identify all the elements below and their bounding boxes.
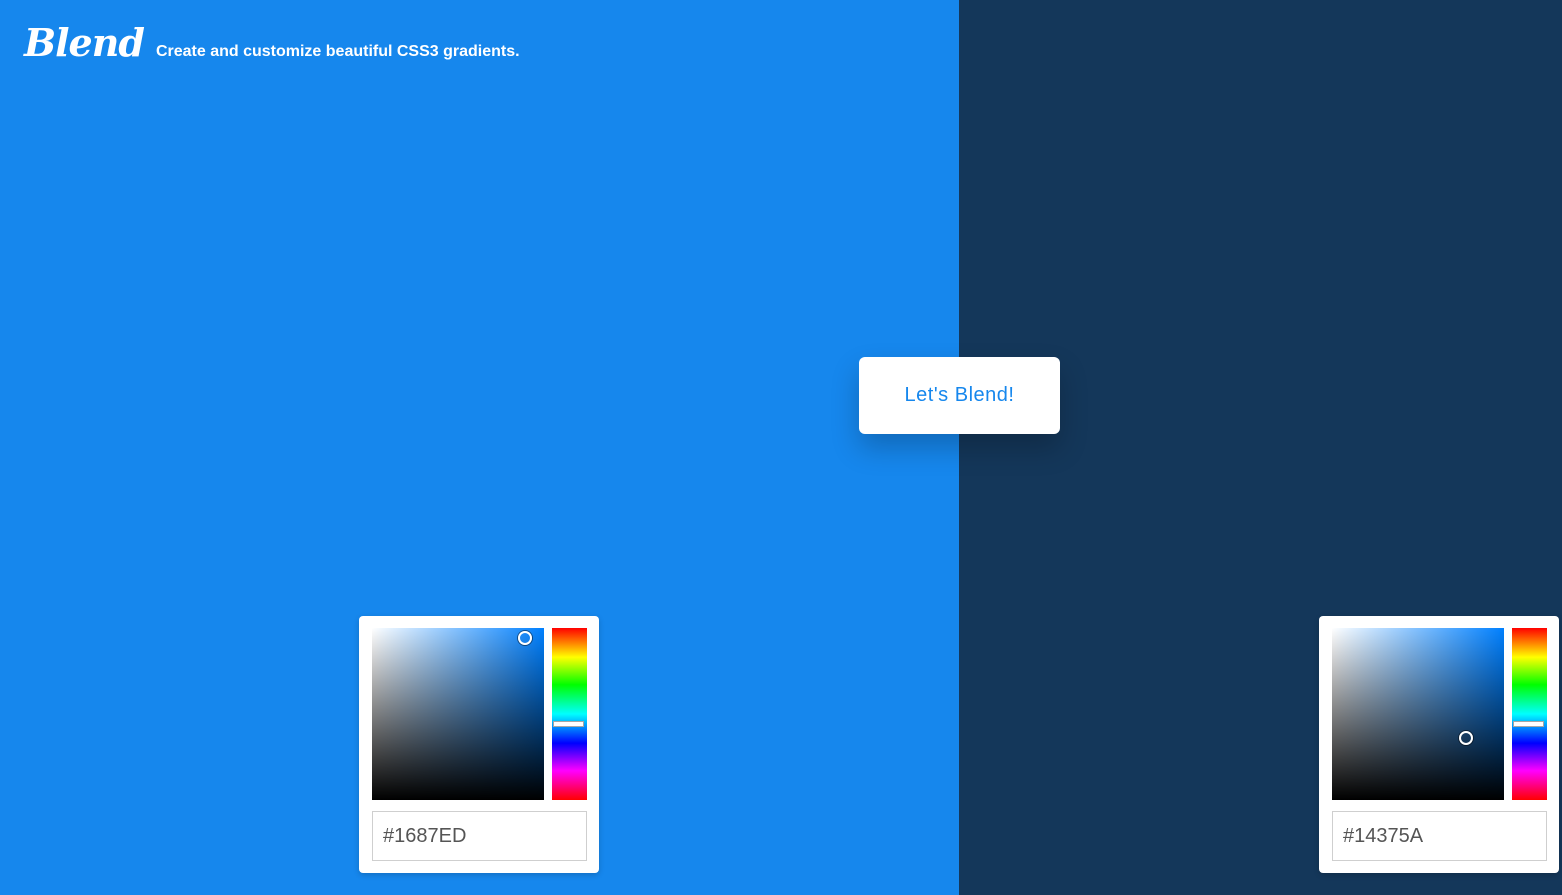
logo: Blend	[24, 20, 145, 65]
color-picker-right	[1319, 616, 1559, 873]
brand-header: Blend Create and customize beautiful CSS…	[24, 24, 520, 62]
hue-slider[interactable]	[552, 628, 587, 800]
color-picker-left	[359, 616, 599, 873]
color-field-handle-icon[interactable]	[1459, 731, 1474, 746]
hex-color-input[interactable]	[372, 811, 587, 861]
hue-slider-handle-icon[interactable]	[553, 721, 584, 728]
hex-color-input[interactable]	[1332, 811, 1547, 861]
hue-slider-handle-icon[interactable]	[1513, 721, 1544, 728]
lets-blend-button[interactable]: Let's Blend!	[859, 357, 1060, 434]
tagline: Create and customize beautiful CSS3 grad…	[155, 43, 520, 60]
hue-slider[interactable]	[1512, 628, 1547, 800]
saturation-brightness-field[interactable]	[372, 628, 544, 800]
saturation-brightness-field[interactable]	[1332, 628, 1504, 800]
color-field-handle-icon[interactable]	[518, 631, 533, 646]
